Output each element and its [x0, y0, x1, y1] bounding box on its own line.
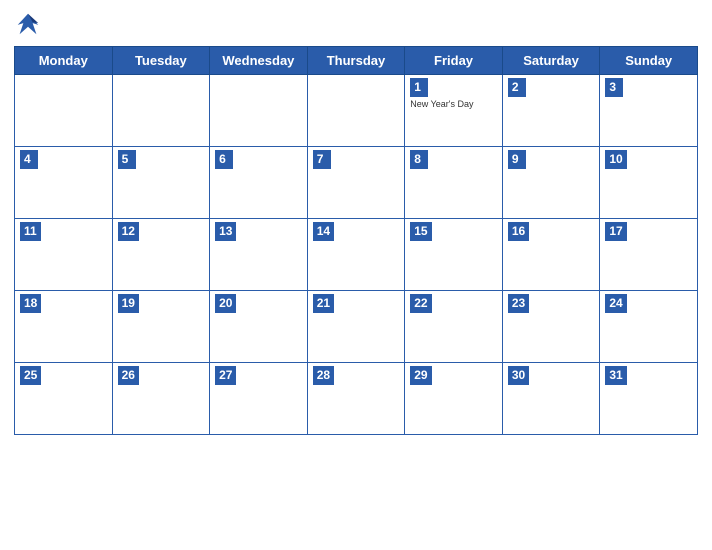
day-number: 30	[508, 366, 529, 385]
calendar-cell: 15	[405, 219, 503, 291]
day-number: 7	[313, 150, 331, 169]
calendar-cell: 3	[600, 75, 698, 147]
calendar-cell: 24	[600, 291, 698, 363]
day-number: 25	[20, 366, 41, 385]
calendar-cell	[112, 75, 210, 147]
day-number: 26	[118, 366, 139, 385]
week-row-1: 1 New Year's Day 2 3	[15, 75, 698, 147]
day-number: 22	[410, 294, 431, 313]
calendar-cell: 25	[15, 363, 113, 435]
calendar-table: MondayTuesdayWednesdayThursdayFridaySatu…	[14, 46, 698, 435]
day-number: 3	[605, 78, 623, 97]
day-number: 2	[508, 78, 526, 97]
calendar-cell: 4	[15, 147, 113, 219]
day-headers-row: MondayTuesdayWednesdayThursdayFridaySatu…	[15, 47, 698, 75]
day-header-friday: Friday	[405, 47, 503, 75]
logo	[14, 10, 46, 38]
calendar-cell: 31	[600, 363, 698, 435]
calendar-cell: 30	[502, 363, 600, 435]
day-number: 1	[410, 78, 428, 97]
day-number: 11	[20, 222, 41, 241]
calendar-cell: 26	[112, 363, 210, 435]
day-number: 16	[508, 222, 529, 241]
calendar-cell: 27	[210, 363, 308, 435]
day-header-thursday: Thursday	[307, 47, 405, 75]
day-number: 18	[20, 294, 41, 313]
week-row-4: 18 19 20 21 22 23 24	[15, 291, 698, 363]
day-number: 6	[215, 150, 233, 169]
calendar-cell: 11	[15, 219, 113, 291]
day-header-monday: Monday	[15, 47, 113, 75]
calendar-cell: 17	[600, 219, 698, 291]
calendar-cell: 7	[307, 147, 405, 219]
calendar-cell: 8	[405, 147, 503, 219]
day-header-saturday: Saturday	[502, 47, 600, 75]
page: MondayTuesdayWednesdayThursdayFridaySatu…	[0, 0, 712, 550]
calendar-cell	[15, 75, 113, 147]
day-number: 28	[313, 366, 334, 385]
calendar-cell: 20	[210, 291, 308, 363]
calendar-cell: 6	[210, 147, 308, 219]
day-number: 17	[605, 222, 626, 241]
day-header-sunday: Sunday	[600, 47, 698, 75]
day-number: 8	[410, 150, 428, 169]
day-number: 23	[508, 294, 529, 313]
day-number: 14	[313, 222, 334, 241]
day-number: 24	[605, 294, 626, 313]
week-row-5: 25 26 27 28 29 30 31	[15, 363, 698, 435]
day-number: 20	[215, 294, 236, 313]
day-number: 21	[313, 294, 334, 313]
day-number: 10	[605, 150, 626, 169]
day-number: 19	[118, 294, 139, 313]
day-number: 13	[215, 222, 236, 241]
calendar-cell: 21	[307, 291, 405, 363]
calendar-cell: 13	[210, 219, 308, 291]
calendar-cell: 28	[307, 363, 405, 435]
calendar-cell: 22	[405, 291, 503, 363]
calendar-cell: 19	[112, 291, 210, 363]
calendar-cell: 29	[405, 363, 503, 435]
calendar-cell: 18	[15, 291, 113, 363]
calendar-cell	[307, 75, 405, 147]
calendar-cell	[210, 75, 308, 147]
day-number: 4	[20, 150, 38, 169]
logo-bird-icon	[14, 10, 42, 38]
calendar-cell: 12	[112, 219, 210, 291]
day-number: 5	[118, 150, 136, 169]
header	[14, 10, 698, 38]
calendar-cell: 16	[502, 219, 600, 291]
day-number: 31	[605, 366, 626, 385]
day-number: 12	[118, 222, 139, 241]
day-number: 15	[410, 222, 431, 241]
holiday-label: New Year's Day	[410, 99, 497, 110]
week-row-3: 11 12 13 14 15 16 17	[15, 219, 698, 291]
day-number: 27	[215, 366, 236, 385]
calendar-cell: 2	[502, 75, 600, 147]
week-row-2: 4 5 6 7 8 9 10	[15, 147, 698, 219]
calendar-cell: 5	[112, 147, 210, 219]
calendar-cell: 10	[600, 147, 698, 219]
calendar-cell: 9	[502, 147, 600, 219]
calendar-cell: 23	[502, 291, 600, 363]
day-number: 29	[410, 366, 431, 385]
day-number: 9	[508, 150, 526, 169]
day-header-tuesday: Tuesday	[112, 47, 210, 75]
calendar-cell: 1 New Year's Day	[405, 75, 503, 147]
calendar-cell: 14	[307, 219, 405, 291]
day-header-wednesday: Wednesday	[210, 47, 308, 75]
